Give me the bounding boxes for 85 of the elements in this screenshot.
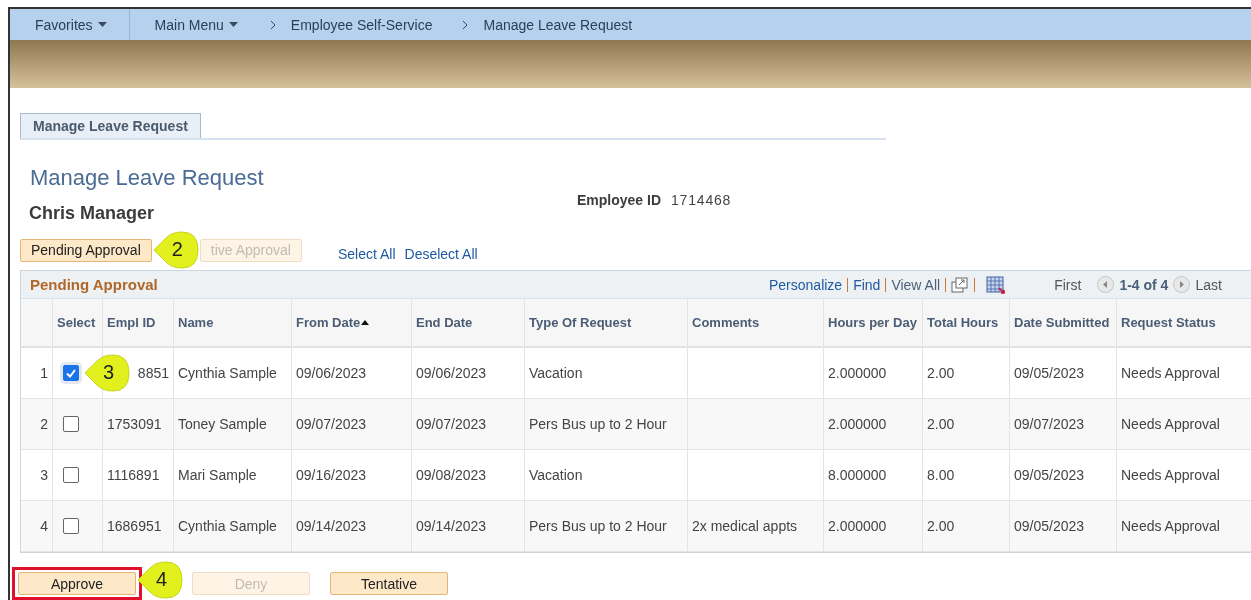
column-header[interactable]: Comments (688, 299, 824, 348)
breadcrumb-link[interactable]: Employee Self-Service (259, 9, 453, 40)
table-cell: Cynthia Sample (174, 348, 292, 399)
page-title: Manage Leave Request (29, 165, 265, 191)
table-cell: Needs Approval (1117, 501, 1251, 552)
table-cell: 8.000000 (824, 450, 923, 501)
table-cell: 1686951 (103, 501, 174, 552)
field-value: 1714468 (671, 192, 732, 208)
table-cell: Mari Sample (174, 450, 292, 501)
page-tab[interactable]: Manage Leave Request (20, 113, 201, 138)
action-button[interactable]: Approve (18, 572, 136, 595)
column-header[interactable]: Type Of Request (525, 299, 688, 348)
column-header[interactable]: Select (53, 299, 103, 348)
column-header[interactable]: Hours per Day (824, 299, 923, 348)
row-number: 1 (21, 348, 53, 399)
employee-name: Chris Manager (28, 203, 156, 224)
row-checkbox[interactable] (63, 467, 79, 483)
select-link[interactable]: Select All (337, 246, 396, 262)
table-cell: 09/07/2023 (412, 399, 525, 450)
table-cell: Needs Approval (1117, 399, 1251, 450)
grid-tool-link[interactable]: View All (891, 276, 941, 293)
row-checkbox[interactable] (63, 518, 79, 534)
table-cell: 2.00 (923, 348, 1010, 399)
table-cell: 09/05/2023 (1010, 501, 1117, 552)
table-cell: 09/14/2023 (412, 501, 525, 552)
table-cell: 8.00 (923, 450, 1010, 501)
first-link[interactable]: First (1054, 276, 1082, 293)
row-number: 3 (21, 450, 53, 501)
table-cell: 09/06/2023 (292, 348, 412, 399)
last-link[interactable]: Last (1195, 276, 1222, 293)
field-label: Employee ID (577, 192, 662, 208)
grid-tool-link[interactable]: Personalize (769, 276, 843, 293)
column-header[interactable]: Empl ID (103, 299, 174, 348)
row-checkbox[interactable] (63, 365, 79, 381)
table-cell: 1753091 (103, 399, 174, 450)
zoom-icon[interactable] (951, 276, 970, 293)
table-cell: Cynthia Sample (174, 501, 292, 552)
column-label: From Date (296, 315, 361, 330)
table-cell: 2.000000 (824, 501, 923, 552)
table-cell: 09/16/2023 (292, 450, 412, 501)
row-number: 4 (21, 501, 53, 552)
filter-button[interactable]: Pending Approval (20, 238, 152, 262)
table-cell: 1116891 (103, 450, 174, 501)
action-button[interactable]: Tentative (330, 572, 448, 595)
grid-tool-link[interactable]: Find (853, 276, 881, 293)
spreadsheet-icon[interactable] (986, 275, 1007, 294)
table-cell: Toney Sample (174, 399, 292, 450)
row-range: 1-4 of 4 (1119, 276, 1169, 293)
caret-icon (97, 22, 107, 27)
chevron-icon (462, 19, 469, 30)
table-cell: 2.000000 (824, 399, 923, 450)
callout-marker: 4 (136, 561, 186, 599)
breadcrumb-link[interactable]: Manage Leave Request (452, 9, 653, 40)
table-cell: 09/07/2023 (1010, 399, 1117, 450)
previous-icon[interactable] (1097, 276, 1115, 293)
column-header[interactable]: Request Status (1117, 299, 1251, 348)
table-cell: 09/05/2023 (1010, 450, 1117, 501)
table-cell: 09/07/2023 (292, 399, 412, 450)
table-cell: 2.000000 (824, 348, 923, 399)
table-cell: 09/06/2023 (412, 348, 525, 399)
column-header[interactable]: Total Hours (923, 299, 1010, 348)
next-icon[interactable] (1173, 276, 1191, 293)
table-cell: Pers Bus up to 2 Hour (525, 501, 688, 552)
chevron-icon (269, 19, 276, 30)
column-header[interactable]: Date Submitted (1010, 299, 1117, 348)
caret-icon (228, 22, 238, 27)
callout-marker: 2 (151, 230, 202, 269)
table-cell: 09/14/2023 (292, 501, 412, 552)
table-cell: 09/05/2023 (1010, 348, 1117, 399)
callout-marker: 3 (83, 354, 133, 392)
table-cell: 09/08/2023 (412, 450, 525, 501)
row-checkbox[interactable] (63, 416, 79, 432)
column-header[interactable]: Name (174, 299, 292, 348)
table-cell: 2x medical appts (688, 501, 824, 552)
column-header[interactable]: From Date (292, 299, 412, 348)
row-number: 2 (21, 399, 53, 450)
table-cell: Vacation (525, 348, 688, 399)
table-cell: 2.00 (923, 399, 1010, 450)
select-link[interactable]: Deselect All (404, 246, 478, 262)
table-cell: 2.00 (923, 501, 1010, 552)
table-cell: Vacation (525, 450, 688, 501)
nav-menu[interactable]: Main Menu (129, 9, 260, 40)
grid-title: Pending Approval (30, 276, 159, 293)
table-cell: Pers Bus up to 2 Hour (525, 399, 688, 450)
column-header[interactable]: End Date (412, 299, 525, 348)
